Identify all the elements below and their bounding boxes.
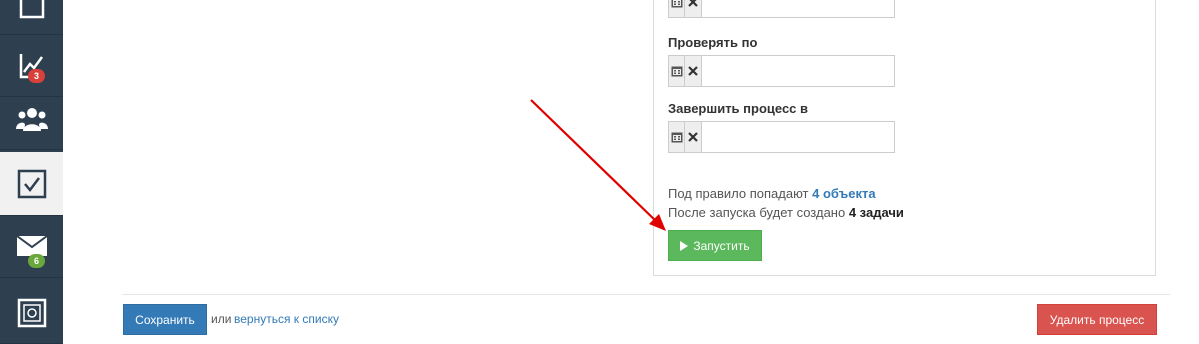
calendar-icon [671,132,683,143]
tasks-prefix: После запуска будет создано [668,205,846,220]
reports-badge: 3 [28,69,46,83]
back-to-list-link[interactable]: вернуться к списку [234,312,339,326]
sidebar-item-safe[interactable] [0,282,63,344]
play-icon [680,240,689,251]
objects-count-link[interactable]: 4 объекта [812,186,875,201]
finish-label: Завершить процесс в [668,101,809,116]
calendar-icon [671,0,683,8]
clear-icon [688,0,698,7]
run-button-label: Запустить [693,238,750,253]
clear-icon [688,132,698,142]
safe-icon [17,298,46,327]
clear-button[interactable] [685,55,702,87]
or-text: или [211,312,232,326]
calendar-icon [671,66,683,77]
calendar-button[interactable] [668,0,686,18]
sidebar-item-users[interactable] [0,88,63,150]
start-date-input[interactable] [702,0,895,18]
document-icon [19,0,44,18]
mail-badge: 6 [28,254,46,268]
delete-process-button[interactable]: Удалить процесс [1037,304,1157,335]
sidebar-item-tasks[interactable] [0,152,63,216]
tasks-count: 4 задачи [848,205,904,220]
clear-button[interactable] [685,0,702,18]
checkbox-icon [17,169,46,198]
check-by-label: Проверять по [668,35,758,50]
clear-icon [688,66,698,76]
check-by-group [668,55,895,87]
calendar-button[interactable] [668,121,686,153]
tasks-summary: После запуска будет создано 4 задачи [668,205,904,220]
check-by-input[interactable] [702,55,895,87]
objects-prefix: Под правило попадают [668,186,809,201]
run-button[interactable]: Запустить [668,230,762,261]
users-icon [15,107,48,131]
calendar-button[interactable] [668,55,686,87]
clear-button[interactable] [685,121,702,153]
save-button[interactable]: Сохранить [123,304,207,335]
sidebar: 3 6 [0,0,63,344]
start-date-group [668,0,895,18]
footer-divider [122,294,1170,295]
sidebar-item-mail[interactable]: 6 [0,216,63,278]
finish-input[interactable] [702,121,895,153]
objects-summary: Под правило попадают 4 объекта [668,186,876,201]
finish-group [668,121,895,153]
sidebar-item-documents[interactable] [0,0,63,35]
